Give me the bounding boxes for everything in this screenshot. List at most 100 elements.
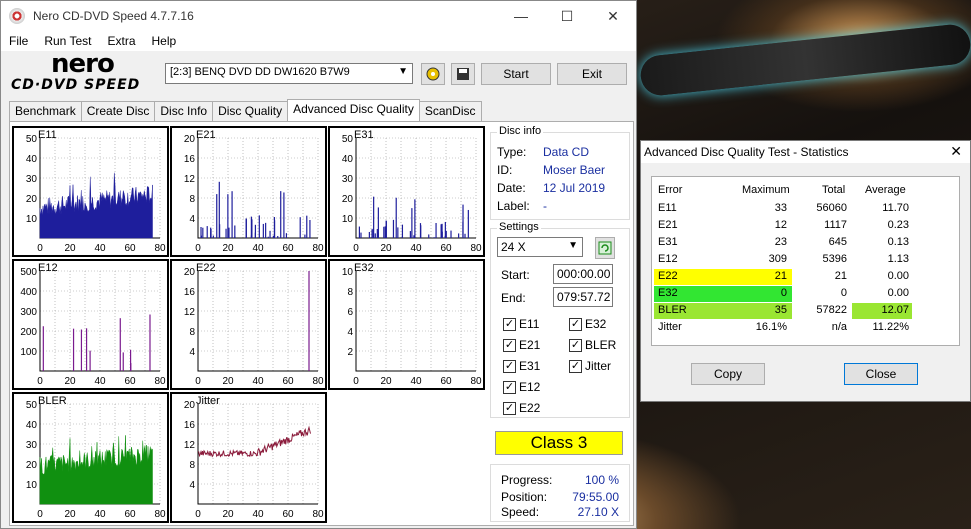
e32-check-label: E32 [585, 317, 607, 331]
end-input[interactable]: 079:57.72 [553, 287, 613, 307]
chart-e12: E12 100 200 300 400 500 0 20 40 60 80 [12, 259, 169, 390]
cell-error: E32 [658, 287, 678, 299]
e21-checkbox[interactable]: ✓ E21 [503, 338, 540, 352]
x-tick-label: 60 [124, 243, 136, 254]
x-tick-label: 0 [195, 243, 201, 254]
bler-checkbox[interactable]: ✓ BLER [569, 338, 616, 352]
chart-svg: E21 4 8 12 16 20 0 20 40 60 80 [184, 129, 324, 254]
disc-info-group: Disc info Type: Data CD ID: Moser Baer D… [490, 125, 630, 220]
menu-help[interactable]: Help [144, 34, 185, 48]
y-tick-label: 50 [26, 400, 38, 411]
cell-error: E12 [658, 253, 678, 265]
chart-e32: E32 2 4 6 8 10 0 20 40 60 80 [328, 259, 485, 390]
minimize-button[interactable]: — [498, 1, 544, 31]
tab-disc-info[interactable]: Disc Info [154, 101, 214, 121]
table-row: BLER 35 57822 12.07 [652, 303, 961, 319]
speed-label: Speed: [501, 505, 540, 519]
e22-checkbox[interactable]: ✓ E22 [503, 401, 540, 415]
toolbar: nero CD·DVD SPEED [2:3] BENQ DVD DD DW16… [1, 49, 636, 99]
e32-checkbox[interactable]: ✓ E32 [569, 317, 606, 331]
e31-checkbox[interactable]: ✓ E31 [503, 359, 540, 373]
x-tick-label: 60 [440, 243, 452, 254]
disc-info-header: Disc info [497, 125, 544, 137]
chart-svg: BLER 10 20 30 40 50 0 20 40 60 80 [26, 395, 166, 520]
cell-error: E21 [658, 219, 678, 231]
check-icon: ✓ [503, 317, 516, 331]
x-tick-label: 0 [353, 243, 359, 254]
title-bar: Nero CD-DVD Speed 4.7.7.16 — ☐ ✕ [1, 1, 636, 31]
tab-create-disc[interactable]: Create Disc [80, 101, 156, 121]
close-dialog-button[interactable]: Close [844, 363, 918, 385]
maximize-button[interactable]: ☐ [544, 1, 590, 31]
chart-svg: E12 100 200 300 400 500 0 20 40 60 80 [20, 262, 166, 387]
tab-scandisc[interactable]: ScanDisc [418, 101, 482, 121]
drive-select[interactable]: [2:3] BENQ DVD DD DW1620 B7W9 ▼ [165, 63, 413, 84]
x-tick-label: 40 [94, 243, 106, 254]
chart-svg: E22 4 8 12 16 20 0 20 40 60 80 [184, 262, 324, 387]
y-tick-label: 30 [26, 440, 38, 451]
y-tick-label: 30 [342, 174, 354, 185]
drive-info-button[interactable] [421, 63, 445, 85]
cell-error: E31 [658, 236, 678, 248]
class-badge: Class 3 [495, 431, 623, 455]
menu-extra[interactable]: Extra [99, 34, 143, 48]
cell-total: 56060 [816, 202, 847, 214]
e12-checkbox[interactable]: ✓ E12 [503, 380, 540, 394]
main-window: Nero CD-DVD Speed 4.7.7.16 — ☐ ✕ File Ru… [0, 0, 637, 529]
x-tick-label: 0 [37, 243, 43, 254]
save-button[interactable] [451, 63, 475, 85]
menu-file[interactable]: File [1, 34, 36, 48]
position-value: 79:55.00 [572, 490, 619, 504]
y-tick-label: 20 [184, 134, 196, 145]
start-button[interactable]: Start [481, 63, 551, 85]
chart-title: E22 [196, 262, 216, 274]
chart-e11: E11 10 20 30 40 50 0 20 40 60 80 [12, 126, 169, 257]
refresh-button[interactable] [595, 237, 615, 259]
chart-e21: E21 4 8 12 16 20 0 20 40 60 80 [170, 126, 327, 257]
settings-header: Settings [497, 221, 541, 233]
type-value: Data CD [543, 145, 590, 159]
copy-button[interactable]: Copy [691, 363, 765, 385]
exit-button[interactable]: Exit [557, 63, 627, 85]
x-tick-label: 40 [410, 376, 422, 387]
jitter-checkbox[interactable]: ✓ Jitter [569, 359, 611, 373]
close-button[interactable]: ✕ [590, 1, 636, 31]
tab-disc-quality[interactable]: Disc Quality [212, 101, 289, 121]
tab-benchmark[interactable]: Benchmark [9, 101, 82, 121]
y-tick-label: 6 [347, 307, 353, 318]
speed-select[interactable]: 24 X ▼ [497, 237, 583, 257]
table-row: E22 21 21 0.00 [652, 269, 961, 285]
y-tick-label: 200 [20, 327, 37, 338]
progress-label: Progress: [501, 473, 553, 487]
cell-max: 33 [774, 202, 787, 214]
cell-avg: 12.07 [881, 304, 909, 316]
e11-checkbox[interactable]: ✓ E11 [503, 317, 539, 331]
x-tick-label: 0 [195, 509, 201, 520]
chart-bler: BLER 10 20 30 40 50 0 20 40 60 80 [12, 392, 169, 523]
cell-total: 57822 [816, 304, 847, 316]
x-tick-label: 20 [222, 243, 234, 254]
close-icon[interactable]: ✕ [950, 143, 962, 160]
cell-error: E11 [658, 202, 677, 214]
x-tick-label: 60 [282, 243, 294, 254]
chart-title: BLER [38, 395, 67, 407]
x-tick-label: 0 [353, 376, 359, 387]
y-tick-label: 20 [342, 194, 354, 205]
table-row: E21 12 1117 0.23 [652, 218, 961, 234]
wallpaper-spaceship [638, 22, 971, 98]
table-row: E12 309 5396 1.13 [652, 252, 961, 268]
menu-run-test[interactable]: Run Test [36, 34, 99, 48]
nero-logo: nero CD·DVD SPEED [11, 49, 161, 97]
y-tick-label: 20 [184, 267, 196, 278]
x-tick-label: 60 [124, 509, 136, 520]
cell-avg: 0.23 [887, 219, 909, 231]
x-tick-label: 0 [37, 509, 43, 520]
x-tick-label: 60 [124, 376, 136, 387]
x-tick-label: 40 [252, 509, 264, 520]
tab-advanced-disc-quality[interactable]: Advanced Disc Quality [287, 99, 420, 121]
cell-avg: 0.13 [887, 236, 909, 248]
cell-total: 21 [834, 270, 847, 282]
chart-e31: E31 10 20 30 40 50 0 20 40 60 80 [328, 126, 485, 257]
type-label: Type: [497, 145, 527, 159]
start-input[interactable]: 000:00.00 [553, 264, 613, 284]
